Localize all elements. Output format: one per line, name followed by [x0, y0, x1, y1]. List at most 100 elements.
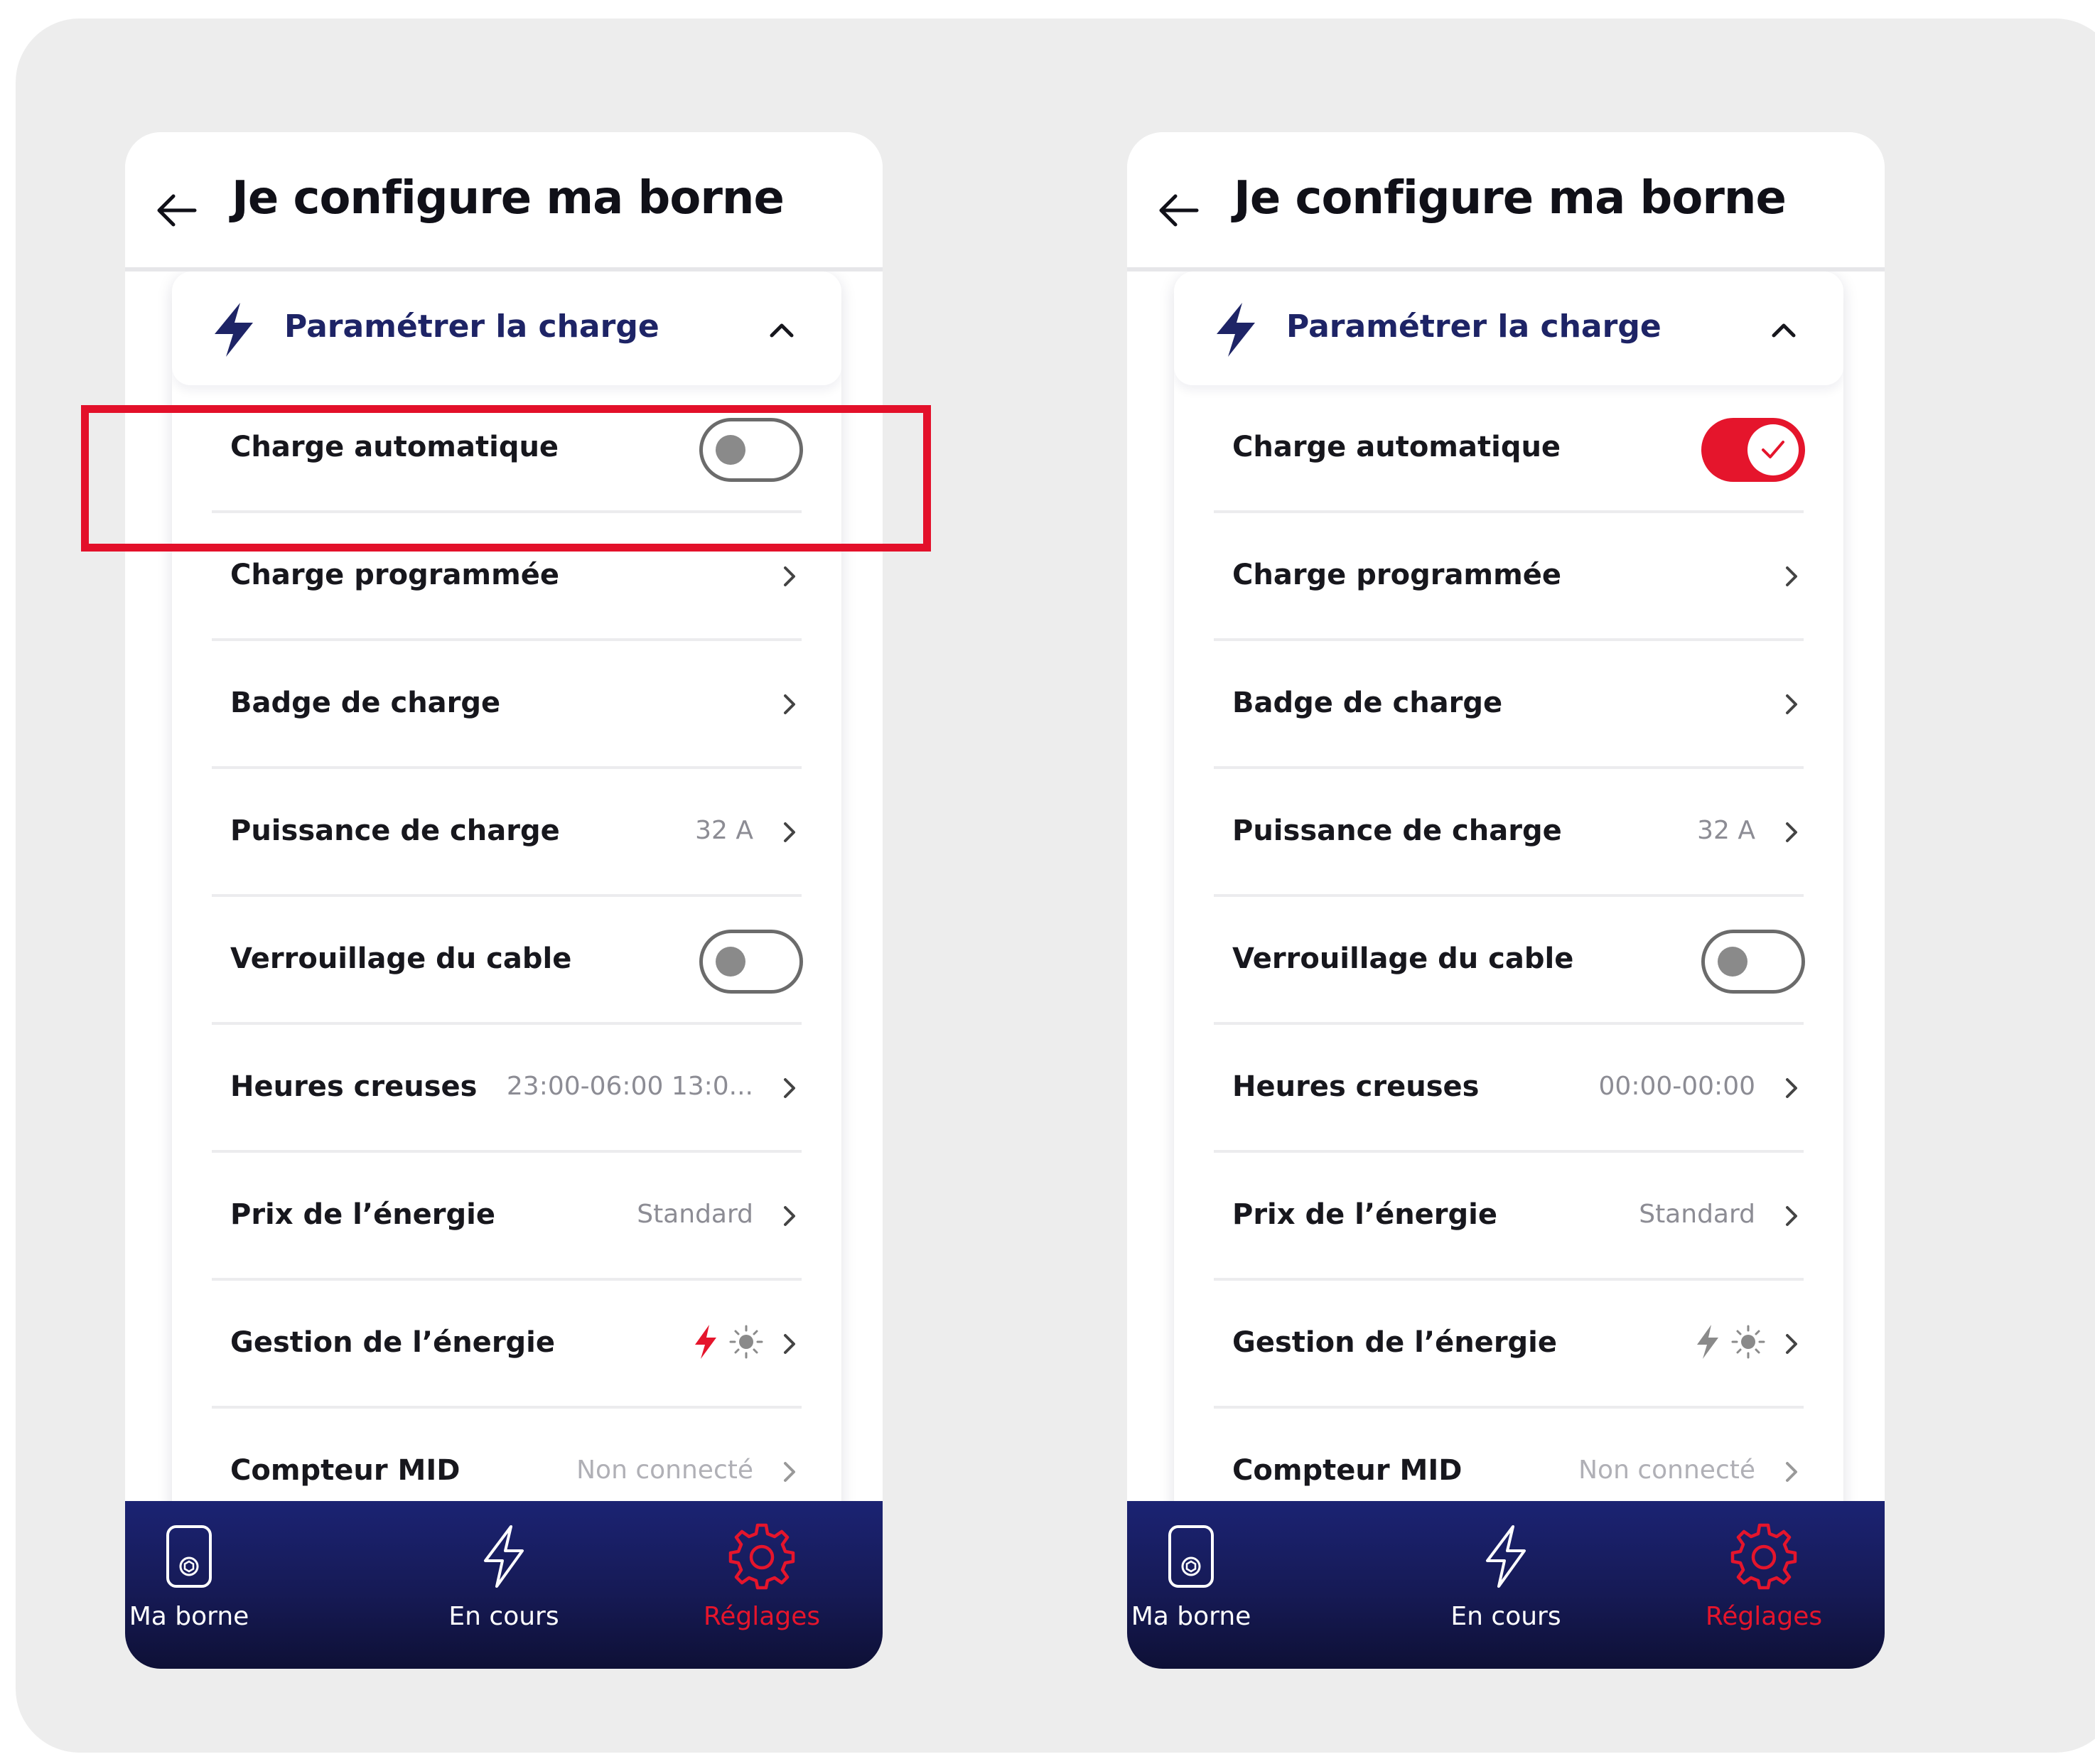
toggle-knob: [716, 947, 745, 977]
gear-icon: [728, 1523, 795, 1590]
lightning-outline-icon: [1486, 1525, 1526, 1588]
chevron-right-icon: [784, 1078, 795, 1098]
row-label: Compteur MID: [1232, 1454, 1463, 1487]
chevron-up-icon[interactable]: [769, 323, 795, 338]
section-title: Paramétrer la charge: [1286, 308, 1662, 345]
chevron-right-icon: [784, 822, 795, 842]
header: Je configure ma borne: [1127, 132, 1885, 271]
page-title: Je configure ma borne: [1234, 172, 1787, 225]
arrow-left-icon[interactable]: [155, 192, 198, 229]
energy-mode-icons: [1697, 1325, 1765, 1359]
nav-ma-borne[interactable]: Ma borne: [1127, 1522, 1283, 1657]
chevron-right-icon: [1786, 1334, 1797, 1354]
chevron-right-icon: [784, 1462, 795, 1482]
row-energy-management[interactable]: Gestion de l’énergie: [1214, 1281, 1804, 1409]
row-label: Charge automatique: [1232, 431, 1561, 463]
row-value: Standard: [637, 1200, 753, 1229]
row-label: Charge automatique: [230, 431, 559, 463]
nav-reglages[interactable]: Réglages: [669, 1522, 854, 1657]
nav-label: Réglages: [703, 1602, 821, 1631]
nav-en-cours[interactable]: En cours: [411, 1522, 596, 1657]
bottom-navigation: Ma borne En cours Réglages: [125, 1501, 883, 1669]
toggle-knob: [716, 435, 745, 465]
arrow-left-icon[interactable]: [1157, 192, 1200, 229]
chevron-right-icon: [784, 1206, 795, 1226]
row-value: 32 A: [1697, 816, 1755, 845]
row-label: Gestion de l’énergie: [230, 1326, 556, 1359]
page-title: Je configure ma borne: [232, 172, 785, 225]
lightning-bolt-icon: [695, 1325, 716, 1359]
nav-reglages[interactable]: Réglages: [1671, 1522, 1856, 1657]
row-label: Charge programmée: [1232, 559, 1562, 591]
row-charge-badge[interactable]: Badge de charge: [212, 641, 802, 769]
row-label: Verrouillage du cable: [1232, 942, 1574, 975]
chevron-right-icon: [1786, 822, 1797, 842]
row-value: Standard: [1639, 1200, 1755, 1229]
row-label: Gestion de l’énergie: [1232, 1326, 1558, 1359]
toggle-knob: [1747, 424, 1799, 475]
row-energy-price[interactable]: Prix de l’énergie Standard: [1214, 1153, 1804, 1281]
lightning-bolt-icon: [215, 303, 253, 357]
row-charge-badge[interactable]: Badge de charge: [1214, 641, 1804, 769]
row-label: Heures creuses: [1232, 1070, 1480, 1103]
row-off-peak-hours[interactable]: Heures creuses 23:00-06:00 13:0...: [212, 1025, 802, 1153]
row-auto-charge: Charge automatique: [212, 385, 803, 513]
section-header[interactable]: Paramétrer la charge: [172, 271, 841, 385]
row-label: Compteur MID: [230, 1454, 461, 1487]
row-scheduled-charge[interactable]: Charge programmée: [1214, 513, 1804, 641]
sun-icon: [1731, 1325, 1765, 1359]
nav-label: Ma borne: [1131, 1602, 1251, 1631]
row-energy-management[interactable]: Gestion de l’énergie: [212, 1281, 802, 1409]
cable-lock-toggle[interactable]: [699, 930, 803, 994]
row-label: Badge de charge: [230, 687, 501, 719]
row-scheduled-charge[interactable]: Charge programmée: [212, 513, 802, 641]
chevron-up-icon[interactable]: [1771, 323, 1797, 338]
section-title: Paramétrer la charge: [284, 308, 659, 345]
chevron-right-icon: [1786, 694, 1797, 714]
toggle-knob: [1718, 947, 1747, 977]
row-value: 23:00-06:00 13:0...: [506, 1072, 753, 1101]
bottom-navigation: Ma borne En cours Réglages: [1127, 1501, 1885, 1669]
chevron-right-icon: [784, 566, 795, 586]
row-cable-lock: Verrouillage du cable: [212, 897, 803, 1025]
chevron-right-icon: [1786, 566, 1797, 586]
lightning-bolt-icon: [1217, 303, 1255, 357]
row-label: Heures creuses: [230, 1070, 478, 1103]
row-value: Non connecté: [1578, 1456, 1755, 1485]
auto-charge-toggle[interactable]: [699, 418, 803, 482]
row-off-peak-hours[interactable]: Heures creuses 00:00-00:00: [1214, 1025, 1804, 1153]
auto-charge-toggle[interactable]: [1701, 418, 1805, 482]
lightning-outline-icon: [484, 1525, 524, 1588]
row-label: Badge de charge: [1232, 687, 1503, 719]
row-value: 32 A: [695, 816, 753, 845]
cable-lock-toggle[interactable]: [1701, 930, 1805, 994]
energy-mode-icons: [695, 1325, 763, 1359]
row-auto-charge: Charge automatique: [1214, 385, 1805, 513]
row-charge-power[interactable]: Puissance de charge 32 A: [212, 769, 802, 897]
nav-ma-borne[interactable]: Ma borne: [125, 1522, 281, 1657]
nav-label: En cours: [1450, 1602, 1561, 1631]
section-header[interactable]: Paramétrer la charge: [1174, 271, 1843, 385]
charge-settings-panel: Paramétrer la charge Charge automatique …: [1174, 271, 1843, 1622]
nav-en-cours[interactable]: En cours: [1413, 1522, 1598, 1657]
chevron-right-icon: [784, 694, 795, 714]
row-charge-power[interactable]: Puissance de charge 32 A: [1214, 769, 1804, 897]
row-energy-price[interactable]: Prix de l’énergie Standard: [212, 1153, 802, 1281]
row-cable-lock: Verrouillage du cable: [1214, 897, 1805, 1025]
nav-label: Réglages: [1705, 1602, 1823, 1631]
charger-station-icon: [1168, 1525, 1214, 1588]
chevron-right-icon: [1786, 1206, 1797, 1226]
chevron-right-icon: [1786, 1078, 1797, 1098]
checkmark-icon: [1762, 441, 1784, 458]
phone-screen-after: Je configure ma borne Paramétrer la char…: [1127, 132, 1885, 1669]
phone-screen-before: Je configure ma borne Paramétrer la char…: [125, 132, 883, 1669]
row-value: 00:00-00:00: [1598, 1072, 1755, 1101]
row-label: Verrouillage du cable: [230, 942, 572, 975]
nav-label: En cours: [448, 1602, 559, 1631]
lightning-bolt-icon: [1697, 1325, 1718, 1359]
sun-icon: [729, 1325, 763, 1359]
chevron-right-icon: [784, 1334, 795, 1354]
row-label: Prix de l’énergie: [1232, 1198, 1498, 1231]
row-label: Puissance de charge: [230, 814, 560, 847]
charger-station-icon: [166, 1525, 212, 1588]
